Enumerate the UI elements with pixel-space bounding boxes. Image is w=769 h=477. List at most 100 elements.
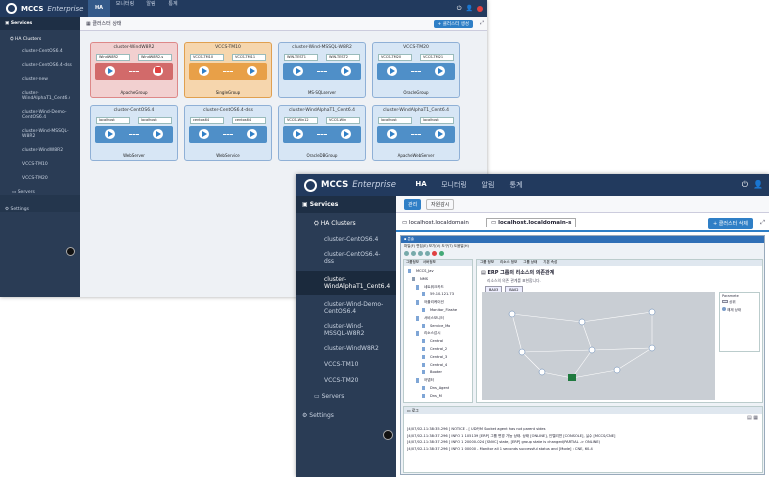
cluster-group-card[interactable]: cluster-Wind-MSSQL-W8R2 WIN-TEST1 WIN-TEST… [278, 42, 366, 98]
play-icon[interactable] [435, 66, 445, 76]
tree-node[interactable]: Service_Mo [422, 323, 450, 328]
sidebar-cluster-item[interactable]: VCCS-TM10 [296, 352, 396, 368]
server-node[interactable]: localhost [138, 117, 172, 124]
tree-node[interactable]: 리소스감시 [416, 331, 441, 337]
sidebar-services[interactable]: ▣ Services [296, 196, 396, 213]
tab-alerts[interactable]: 알림 [474, 180, 502, 190]
collapse-sidebar-button[interactable] [383, 430, 393, 440]
tree-node[interactable]: Central [422, 339, 443, 344]
tab-group-info[interactable]: 그룹정보 [406, 260, 419, 266]
tab-ha[interactable]: HA [408, 180, 434, 190]
sidebar-servers[interactable]: ▭ Servers [0, 181, 80, 195]
tab-resource-monitor[interactable]: 자원감시 [426, 199, 455, 210]
cluster-group-card[interactable]: cluster-CentOS6.4 localhost localhost WebSe… [90, 105, 178, 161]
tree-node[interactable]: NMS [412, 276, 428, 281]
alert-badge-icon[interactable] [477, 5, 483, 12]
server-node[interactable]: VCCS-TM20 [378, 54, 412, 61]
tree-node[interactable]: Dns_Agent [422, 386, 449, 390]
play-icon[interactable] [247, 129, 257, 139]
server-node[interactable]: WIN-TEST1 [284, 54, 318, 61]
play-icon[interactable] [435, 129, 445, 139]
toolbar-open-icon[interactable] [411, 250, 416, 256]
toolbar-user-icon[interactable] [439, 250, 444, 256]
sidebar-cluster-item[interactable]: cluster-CentOS6.4 [296, 230, 396, 243]
host-tab-active[interactable]: ▭ localhost.localdomain-s [486, 218, 577, 227]
sidebar-cluster-item[interactable]: cluster-Wind-MSSQL-W8R2 [0, 120, 70, 139]
server-node[interactable]: VCCS-Win12 [284, 117, 318, 124]
toolbar-new-icon[interactable] [404, 250, 409, 256]
server-node[interactable]: localhost [420, 117, 454, 124]
server-node[interactable]: WindW8R2 [96, 54, 130, 61]
sidebar-cluster-item[interactable]: VCCS-TM20 [296, 368, 396, 384]
tab-basic-props[interactable]: 기본 속성 [543, 260, 557, 266]
sidebar-ha-clusters[interactable]: ⛭ HA Clusters [0, 30, 80, 44]
play-icon[interactable] [387, 66, 397, 76]
tab-monitoring[interactable]: 모니터링 [434, 180, 474, 190]
cluster-group-card[interactable]: cluster-WindAlphaT1_Cent6.4 VCCS-Win12 VCC… [278, 105, 366, 161]
power-icon[interactable]: ⏻ [742, 180, 748, 190]
cluster-group-card[interactable]: VCCS-TM10 VCCS-TM10 VCCS-TM11 SingleGroup [184, 42, 272, 98]
server-node[interactable]: WindW8R2-s [138, 54, 172, 61]
sidebar-cluster-item[interactable]: cluster-Wind-MSSQL-W8R2 [296, 315, 386, 337]
server-node[interactable]: localhost [96, 117, 130, 124]
server-node[interactable]: WIN-TEST2 [326, 54, 360, 61]
user-icon[interactable]: 👤 [753, 180, 763, 190]
play-icon[interactable] [153, 129, 163, 139]
server-node[interactable]: centos64 [190, 117, 224, 124]
tree-node[interactable]: MCCS_Jav [408, 269, 434, 273]
power-icon[interactable]: ⏻ [457, 5, 462, 13]
tab-ha[interactable]: HA [88, 0, 110, 17]
sidebar-servers[interactable]: ▭ Servers [296, 384, 396, 400]
tab-monitoring[interactable]: 모니터링 [110, 0, 140, 17]
sidebar-cluster-item[interactable]: cluster-CentOS6.4 [0, 44, 80, 54]
sidebar-settings[interactable]: ⚙ Settings [296, 400, 396, 419]
server-node[interactable]: VCCS-TM10 [190, 54, 224, 61]
server-node[interactable]: VCCS-TM21 [420, 54, 454, 61]
tab-stats[interactable]: 통계 [502, 180, 530, 190]
log-toolbar-icon[interactable]: ▤ ▦ [747, 415, 758, 421]
sidebar-cluster-item[interactable]: VCCS-TM10 [0, 153, 80, 167]
cluster-group-card[interactable]: cluster-CentOS6.4-dss centos64 centos64 Web… [184, 105, 272, 161]
tab-group-info[interactable]: 그룹 정보 [480, 260, 494, 266]
sidebar-cluster-item[interactable]: cluster-Wind-Demo-CentOS6.4 [296, 295, 386, 315]
play-icon[interactable] [105, 66, 115, 76]
tab-stats[interactable]: 통계 [162, 0, 184, 17]
sidebar-cluster-item-selected[interactable]: cluster-WindAlphaT1_Cent6.4 [296, 271, 396, 295]
tree-node[interactable]: 어댑터 [416, 378, 434, 384]
tree-node[interactable]: 어플리케이션 [416, 300, 444, 306]
user-icon[interactable]: 👤 [466, 5, 473, 12]
cluster-group-card[interactable]: VCCS-TM20 VCCS-TM20 VCCS-TM21 OracleGroup [372, 42, 460, 98]
cluster-group-card[interactable]: cluster-WindW8R2 WindW8R2 WindW8R2-s Apache… [90, 42, 178, 98]
sidebar-services[interactable]: ▣ Services [0, 17, 80, 30]
play-icon[interactable] [247, 66, 257, 76]
server-node[interactable]: VCCS-TM11 [232, 54, 266, 61]
tab-alerts[interactable]: 알림 [140, 0, 162, 17]
sidebar-cluster-item[interactable]: cluster-CentOS6.4-dss [296, 243, 386, 265]
tree-node[interactable]: 서비스모니터 [416, 315, 444, 321]
sidebar-ha-clusters[interactable]: ⛭ HA Clusters [296, 213, 396, 230]
tree-node[interactable]: Dns_M [422, 393, 442, 398]
sidebar-settings[interactable]: ⚙ Settings [0, 195, 80, 212]
delete-cluster-button[interactable]: + 클러스터 삭제 [708, 218, 753, 229]
sidebar-cluster-item[interactable]: VCCS-TM20 [0, 167, 80, 181]
toolbar-stop-icon[interactable] [432, 250, 437, 256]
tab-manage[interactable]: 관리 [404, 199, 422, 210]
tree-node[interactable]: 네트워크카드 [416, 284, 444, 290]
tree-node[interactable]: Central_2 [422, 347, 447, 351]
play-icon[interactable] [293, 129, 303, 139]
expand-icon[interactable]: ⤢ [760, 219, 765, 227]
tab-resource-info[interactable]: 리소스 정보 [500, 260, 517, 266]
cluster-group-card[interactable]: cluster-WindAlphaT1_Cent6.4 localhost loca… [372, 105, 460, 161]
play-icon[interactable] [387, 129, 397, 139]
server-node[interactable]: centos64 [232, 117, 266, 124]
play-icon[interactable] [341, 129, 351, 139]
sidebar-cluster-item[interactable]: cluster-new [0, 68, 80, 82]
tab-group-state[interactable]: 그룹 상태 [523, 260, 537, 266]
tree-node[interactable]: Booter [422, 370, 442, 375]
tree-node[interactable]: Monitor_Flashe [422, 308, 457, 312]
play-icon[interactable] [293, 66, 303, 76]
sidebar-cluster-item[interactable]: cluster-CentOS6.4-dss [0, 54, 80, 68]
sidebar-cluster-item[interactable]: cluster-Wind-Demo-CentOS6.4 [0, 101, 70, 120]
sidebar-cluster-item[interactable]: cluster-WindAlphaT1_Cent6.4 [0, 82, 70, 101]
tree-node[interactable]: Central_3 [422, 354, 447, 359]
